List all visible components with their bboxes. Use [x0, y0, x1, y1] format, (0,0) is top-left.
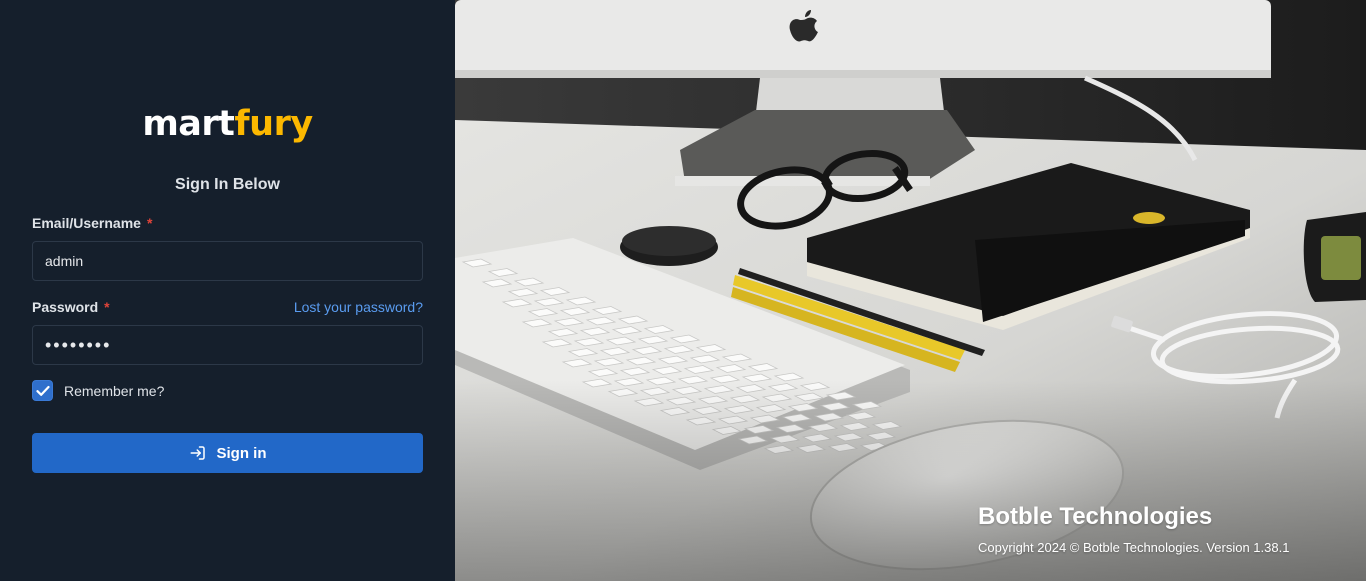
email-label-text: Email/Username — [32, 215, 141, 231]
sign-in-label: Sign in — [216, 444, 267, 462]
password-label: Password * — [32, 299, 110, 315]
email-input[interactable] — [32, 241, 423, 281]
password-label-text: Password — [32, 299, 99, 315]
sign-in-button[interactable]: Sign in — [32, 433, 423, 473]
checkmark-icon — [36, 385, 50, 396]
forgot-password-link[interactable]: Lost your password? — [294, 299, 423, 315]
desk-illustration — [455, 0, 1366, 581]
footer-company: Botble Technologies — [978, 503, 1213, 530]
sign-in-icon — [190, 446, 205, 460]
required-asterisk: * — [146, 215, 153, 231]
email-label: Email/Username * — [32, 215, 152, 231]
background-photo — [455, 0, 1366, 581]
footer-copyright: Copyright 2024 © Botble Technologies. Ve… — [978, 540, 1290, 555]
login-panel: martfury Sign In Below Email/Username * P… — [0, 0, 455, 581]
logo-text-fury: fury — [234, 104, 313, 144]
remember-me-checkbox[interactable] — [32, 380, 53, 401]
password-input[interactable] — [32, 325, 423, 365]
remember-me-label[interactable]: Remember me? — [64, 383, 164, 399]
logo-text-mart: mart — [142, 104, 235, 144]
brand-logo: martfury — [0, 100, 455, 148]
form-heading: Sign In Below — [175, 176, 280, 193]
required-asterisk: * — [104, 299, 110, 315]
